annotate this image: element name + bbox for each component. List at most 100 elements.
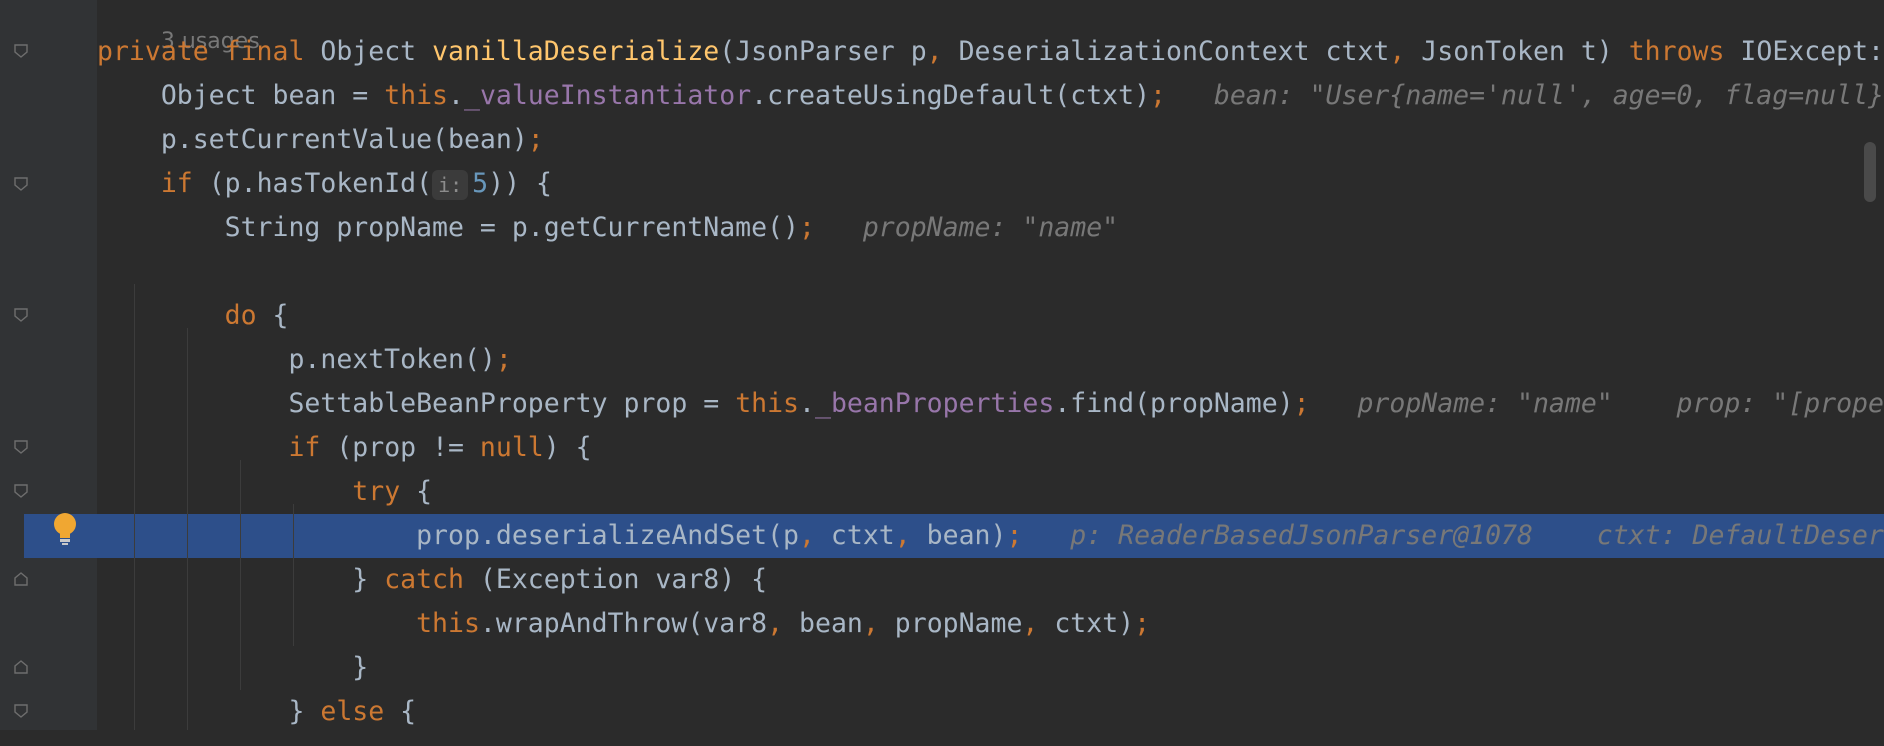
indent-guide	[240, 460, 241, 690]
code-token: bean	[799, 608, 863, 639]
code-token: this	[384, 80, 449, 111]
code-token: throws	[1628, 36, 1741, 67]
code-token: ,	[767, 608, 800, 639]
code-token: {	[416, 476, 433, 507]
fold-marker-icon[interactable]	[14, 308, 28, 322]
code-token: {	[400, 696, 417, 727]
code-token: ;	[495, 344, 512, 375]
code-line[interactable]: String propName = p.getCurrentName(); pr…	[97, 206, 1884, 250]
indent-guide	[293, 504, 294, 646]
code-token: p.setCurrentValue(bean)	[97, 124, 528, 155]
code-token: this	[416, 608, 480, 639]
code-token: .	[448, 80, 464, 111]
debug-inline-value: propName: "name" prop: "[prope	[1309, 388, 1884, 419]
code-token: (Exception var8) {	[479, 564, 768, 595]
code-token: ,	[1389, 36, 1422, 67]
code-token: vanillaDeserialize	[432, 36, 720, 67]
code-token: do	[224, 300, 273, 331]
code-token: ,	[799, 520, 831, 551]
code-token: {	[272, 300, 289, 331]
code-line[interactable]: SettableBeanProperty prop = this._beanPr…	[97, 382, 1884, 426]
code-token: else	[320, 696, 401, 727]
code-token: JsonToken t)	[1421, 36, 1629, 67]
code-editor[interactable]: 3 usages private final Object vanillaDes…	[24, 0, 1884, 746]
code-token: Object bean =	[97, 80, 385, 111]
code-line[interactable]: if (prop != null) {	[97, 426, 1884, 470]
code-token: (p.hasTokenId(	[208, 168, 433, 199]
code-token: )) {	[488, 168, 552, 199]
code-token: .	[799, 388, 815, 419]
code-token: ;	[1134, 608, 1151, 639]
usages-hint[interactable]: 3 usages	[97, 0, 1884, 54]
code-token: if	[160, 168, 209, 199]
code-token: ,	[926, 36, 959, 67]
code-token: bean)	[926, 520, 1007, 551]
code-token: private final	[97, 36, 321, 67]
fold-marker-icon[interactable]	[14, 484, 28, 498]
code-token: catch	[384, 564, 480, 595]
debug-inline-value: p: ReaderBasedJsonParser@1078 ctxt: Defa…	[1022, 520, 1884, 551]
code-line[interactable]: do {	[97, 294, 1884, 338]
code-token: p.nextToken()	[97, 344, 496, 375]
code-token: _valueInstantiator	[463, 80, 752, 111]
code-line[interactable]	[97, 250, 1884, 294]
code-token: }	[97, 652, 369, 683]
horizontal-scrollbar[interactable]	[0, 730, 1884, 746]
code-line[interactable]: p.nextToken();	[97, 338, 1884, 382]
code-token: ;	[1006, 520, 1023, 551]
code-line[interactable]: } catch (Exception var8) {	[97, 558, 1884, 602]
code-token: .createUsingDefault(ctxt)	[751, 80, 1151, 111]
code-line[interactable]: if (p.hasTokenId(i: 5)) {	[97, 162, 1884, 206]
code-token: try	[352, 476, 417, 507]
lightbulb-icon[interactable]	[52, 512, 78, 546]
code-line[interactable]: try {	[97, 470, 1884, 514]
code-token: this	[735, 388, 800, 419]
vertical-scrollbar[interactable]	[1864, 142, 1876, 202]
code-token: _beanProperties	[814, 388, 1055, 419]
execution-point-line[interactable]: prop.deserializeAndSet(p, ctxt, bean); p…	[24, 514, 1884, 558]
code-line[interactable]: Object bean = this._valueInstantiator.cr…	[97, 74, 1884, 118]
code-token: null	[479, 432, 544, 463]
code-token: (JsonParser p	[719, 36, 927, 67]
code-token: ctxt	[830, 520, 895, 551]
indent-guide	[187, 328, 188, 734]
code-token: 5	[472, 168, 489, 199]
code-token: ) {	[543, 432, 592, 463]
code-line[interactable]: }	[97, 646, 1884, 690]
fold-end-icon[interactable]	[14, 660, 28, 674]
code-token: prop.deserializeAndSet(p	[97, 520, 799, 551]
debug-inline-value: bean: "User{name='null', age=0, flag=nul…	[1166, 80, 1884, 111]
code-line[interactable]: p.setCurrentValue(bean);	[97, 118, 1884, 162]
fold-marker-icon[interactable]	[14, 440, 28, 454]
code-token: ;	[527, 124, 544, 155]
fold-marker-icon[interactable]	[14, 44, 28, 58]
code-token: ,	[1022, 608, 1055, 639]
code-token: .find(propName)	[1054, 388, 1294, 419]
indent-guide	[134, 284, 135, 734]
fold-marker-icon[interactable]	[14, 177, 28, 191]
code-token: ;	[799, 212, 815, 243]
code-token: DeserializationContext ctxt	[958, 36, 1390, 67]
code-token: Object	[320, 36, 433, 67]
code-line[interactable]: this.wrapAndThrow(var8, bean, propName, …	[97, 602, 1884, 646]
code-token: ;	[1293, 388, 1310, 419]
code-token: }	[97, 696, 321, 727]
parameter-hint: i:	[432, 169, 469, 200]
fold-marker-icon[interactable]	[14, 704, 28, 718]
code-line[interactable]: private final Object vanillaDeserialize(…	[97, 30, 1884, 74]
code-token: ctxt)	[1054, 608, 1135, 639]
code-token: SettableBeanProperty prop =	[97, 388, 736, 419]
code-token: ;	[1150, 80, 1166, 111]
code-token: IOExcept:	[1740, 36, 1884, 67]
fold-end-icon[interactable]	[14, 572, 28, 586]
code-token: if	[288, 432, 337, 463]
code-line[interactable]: } else {	[97, 690, 1884, 734]
code-token: propName	[894, 608, 1023, 639]
code-token: ,	[862, 608, 895, 639]
editor-gutter	[0, 0, 97, 746]
